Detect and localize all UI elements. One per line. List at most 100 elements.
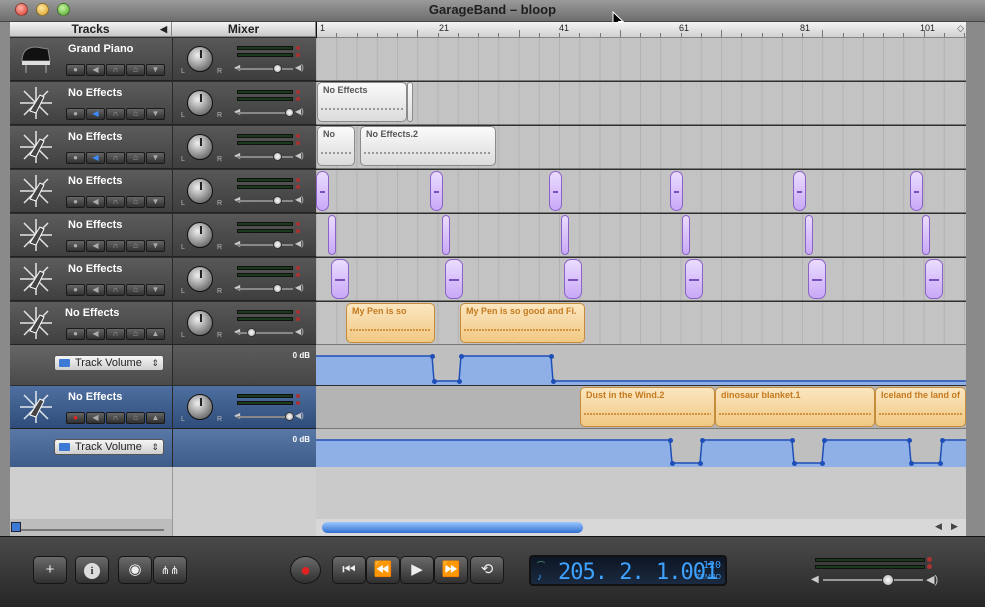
volume-slider[interactable]	[237, 332, 293, 334]
midi-region[interactable]	[316, 171, 329, 211]
media-browser-button[interactable]: ◉	[118, 556, 152, 584]
expand-automation-button[interactable]: ▼	[146, 284, 165, 296]
mixer-header[interactable]: Mixer	[172, 22, 316, 37]
automation-point[interactable]	[822, 438, 827, 443]
record-button[interactable]: ●	[290, 556, 321, 584]
midi-region[interactable]	[549, 171, 562, 211]
volume-thumb[interactable]	[273, 152, 282, 161]
go-to-beginning-button[interactable]: ⏮	[332, 556, 366, 584]
pan-knob[interactable]	[187, 394, 213, 420]
midi-region[interactable]	[910, 171, 923, 211]
scroll-left-icon[interactable]: ◀	[935, 521, 942, 532]
track-header[interactable]: No Effects ● ◀ ∩ ⌂ ▼	[10, 126, 172, 169]
volume-slider[interactable]	[237, 288, 293, 290]
mute-button[interactable]: ◀	[86, 196, 105, 208]
automation-point[interactable]	[668, 438, 673, 443]
track-header[interactable]: No Effects ● ◀ ∩ ⌂ ▼	[10, 170, 172, 213]
volume-thumb[interactable]	[247, 328, 256, 337]
solo-button[interactable]: ∩	[106, 284, 125, 296]
lock-button[interactable]: ⌂	[126, 240, 145, 252]
expand-automation-button[interactable]: ▼	[146, 152, 165, 164]
midi-region[interactable]	[805, 215, 813, 255]
audio-region[interactable]: No	[317, 126, 355, 166]
expand-automation-button[interactable]: ▼	[146, 240, 165, 252]
lock-button[interactable]: ⌂	[126, 328, 145, 340]
audio-region[interactable]	[407, 82, 413, 122]
midi-region[interactable]	[442, 215, 450, 255]
automation-point[interactable]	[820, 461, 825, 466]
zoom-slider-thumb[interactable]	[11, 522, 21, 532]
timeline-empty-area[interactable]	[316, 467, 966, 519]
lock-button[interactable]: ⌂	[126, 196, 145, 208]
track-lane[interactable]	[316, 38, 966, 81]
volume-thumb[interactable]	[273, 240, 282, 249]
solo-button[interactable]: ∩	[106, 240, 125, 252]
pan-knob[interactable]	[187, 90, 213, 116]
volume-slider[interactable]	[237, 244, 293, 246]
automation-point[interactable]	[459, 354, 464, 359]
volume-slider[interactable]	[237, 156, 293, 158]
track-lane[interactable]	[316, 82, 966, 125]
master-volume-thumb[interactable]	[882, 574, 894, 586]
expand-automation-button[interactable]: ▲	[146, 328, 165, 340]
automation-point[interactable]	[457, 379, 462, 384]
lock-button[interactable]: ⌂	[126, 284, 145, 296]
lcd-display[interactable]: ⌒ ♪ 205. 2. 1.001 120 TEMPO	[529, 555, 727, 586]
automation-parameter-select[interactable]: Track Volume	[54, 355, 164, 371]
solo-button[interactable]: ∩	[106, 152, 125, 164]
midi-region[interactable]	[328, 215, 336, 255]
midi-region[interactable]	[445, 259, 463, 299]
solo-button[interactable]: ∩	[106, 328, 125, 340]
add-track-button[interactable]: +	[33, 556, 67, 584]
audio-region[interactable]: No Effects.2	[360, 126, 496, 166]
track-lane[interactable]	[316, 170, 966, 213]
track-lane[interactable]	[316, 214, 966, 257]
tracks-header[interactable]: Tracks ◀	[10, 22, 172, 37]
midi-region[interactable]	[808, 259, 826, 299]
record-enable-button[interactable]: ●	[66, 196, 85, 208]
track-header[interactable]: No Effects ● ◀ ∩ ⌂ ▲	[10, 386, 172, 429]
automation-point[interactable]	[549, 354, 554, 359]
info-button[interactable]: i	[75, 556, 109, 584]
track-header[interactable]: No Effects ● ◀ ∩ ⌂ ▼	[10, 258, 172, 301]
scroll-right-icon[interactable]: ▶	[951, 521, 958, 532]
pan-knob[interactable]	[187, 266, 213, 292]
lock-button[interactable]: ⌂	[126, 108, 145, 120]
record-enable-button[interactable]: ●	[66, 64, 85, 76]
ruler-lock-icon[interactable]: ◇	[957, 23, 964, 34]
automation-point[interactable]	[432, 379, 437, 384]
track-lane[interactable]	[316, 258, 966, 301]
midi-region[interactable]	[670, 171, 683, 211]
midi-region[interactable]	[682, 215, 690, 255]
automation-point[interactable]	[938, 461, 943, 466]
automation-point[interactable]	[551, 379, 556, 384]
audio-region[interactable]: Dust in the Wind.2	[580, 387, 715, 427]
audio-region[interactable]: My Pen is so	[346, 303, 435, 343]
mute-button[interactable]: ◀	[86, 152, 105, 164]
lock-button[interactable]: ⌂	[126, 64, 145, 76]
horizontal-scrollbar[interactable]: ◀ ▶	[316, 519, 966, 536]
mute-button[interactable]: ◀	[86, 64, 105, 76]
cycle-button[interactable]: ⟲	[470, 556, 504, 584]
midi-region[interactable]	[564, 259, 582, 299]
automation-point[interactable]	[698, 461, 703, 466]
record-enable-button[interactable]: ●	[66, 328, 85, 340]
play-button[interactable]: ▶	[400, 556, 434, 584]
automation-lane[interactable]	[316, 429, 966, 467]
track-header[interactable]: No Effects ● ◀ ∩ ⌂ ▼	[10, 82, 172, 125]
volume-thumb[interactable]	[285, 108, 294, 117]
automation-point[interactable]	[907, 438, 912, 443]
rewind-button[interactable]: ⏪	[366, 556, 400, 584]
pan-knob[interactable]	[187, 134, 213, 160]
collapse-arrow-icon[interactable]: ◀	[160, 22, 167, 37]
midi-region[interactable]	[925, 259, 943, 299]
pan-knob[interactable]	[187, 310, 213, 336]
record-enable-button[interactable]: ●	[66, 108, 85, 120]
pan-knob[interactable]	[187, 46, 213, 72]
volume-slider[interactable]	[237, 68, 293, 70]
automation-point[interactable]	[430, 354, 435, 359]
midi-region[interactable]	[922, 215, 930, 255]
audio-region[interactable]: My Pen is so good and Fi.	[460, 303, 585, 343]
automation-parameter-select[interactable]: Track Volume	[54, 439, 164, 455]
midi-region[interactable]	[793, 171, 806, 211]
